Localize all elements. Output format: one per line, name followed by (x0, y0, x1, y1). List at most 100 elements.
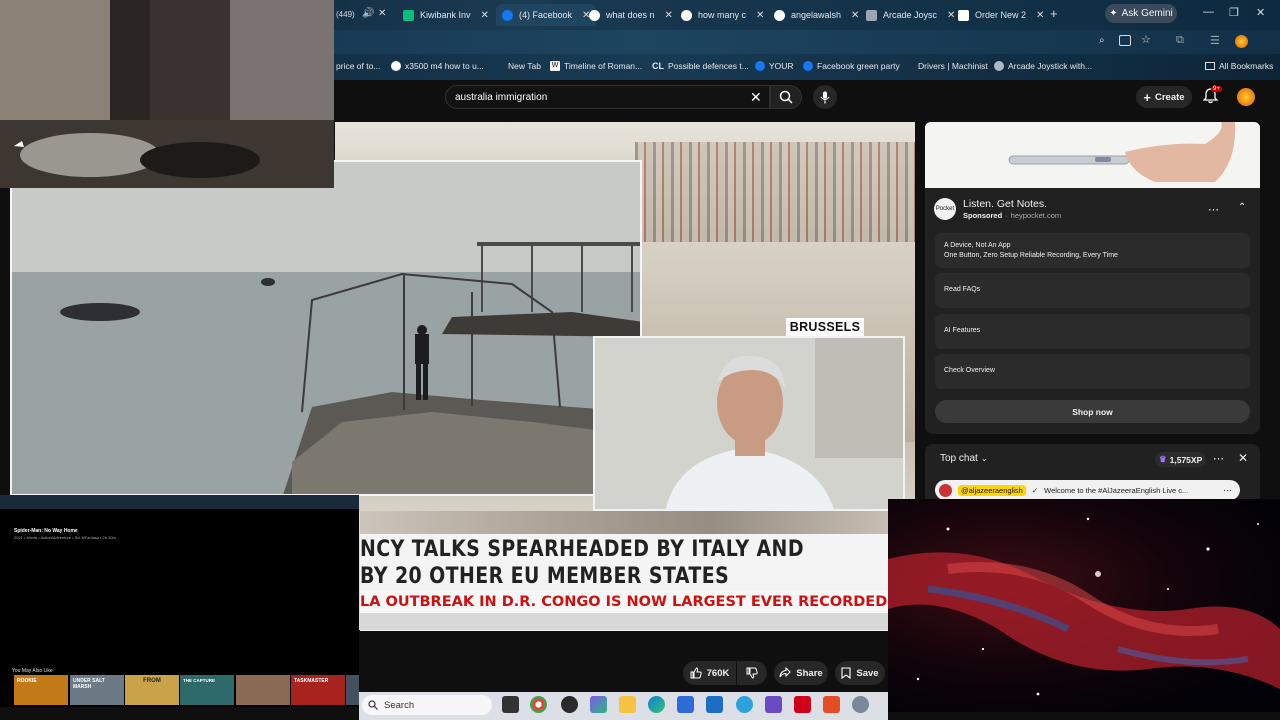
app-icon-dark[interactable] (561, 696, 578, 713)
maximize-icon[interactable]: ❐ (1229, 6, 1239, 19)
bookmark-price[interactable]: price of to... (336, 61, 380, 71)
bookmark-facebook-green[interactable]: Facebook green party (803, 61, 900, 71)
search-button[interactable] (770, 85, 802, 109)
ask-gemini-button[interactable]: ✦ Ask Gemini (1105, 4, 1177, 23)
xp-value: 1,575XP (1169, 454, 1203, 465)
outlook-icon[interactable] (706, 696, 723, 713)
app-icon-ms[interactable] (590, 696, 607, 713)
notification-count-badge: 9+ (1211, 86, 1222, 92)
more-options-icon[interactable]: ⋯ (1208, 203, 1219, 216)
ad-row-title: A Device, Not An App (944, 242, 1011, 249)
speaker-icon[interactable]: 🔊 (362, 8, 374, 19)
ad-row-overview[interactable]: Check Overview (935, 354, 1250, 389)
window-close-icon[interactable]: ✕ (1256, 6, 1265, 19)
bookmark-new-tab[interactable]: New Tab (508, 61, 541, 71)
store-icon[interactable] (677, 696, 694, 713)
app-icon-orange[interactable] (823, 696, 840, 713)
search-input[interactable]: australia immigration (445, 85, 770, 109)
ad-row-device[interactable]: A Device, Not An App One Button, Zero Se… (935, 233, 1250, 268)
thumbnail-under-salt-marsh[interactable]: UNDER SALT MARSH (70, 675, 124, 705)
zoom-icon[interactable]: ⌕ (1099, 35, 1105, 46)
thumbnail-5[interactable] (236, 675, 290, 705)
settings-gear-icon[interactable] (852, 696, 869, 713)
bookmark-timeline-roman[interactable]: W Timeline of Roman... (550, 61, 642, 71)
tab-label: Arcade Joysc (883, 10, 938, 20)
close-icon[interactable]: ✕ (378, 8, 386, 19)
tab-google-2[interactable]: how many c ✕ (681, 4, 764, 26)
tab-google-1[interactable]: what does n ✕ (589, 4, 673, 26)
kiwibank-icon (403, 9, 414, 21)
chevron-up-icon[interactable]: ⌃ (1238, 202, 1246, 213)
thumbnail-taskmaster[interactable]: TASKMASTER (291, 675, 345, 705)
account-avatar[interactable] (1237, 88, 1255, 106)
voice-search-button[interactable] (813, 85, 837, 109)
dislike-button[interactable] (737, 661, 767, 685)
menu-lines-icon[interactable]: ☰ (1210, 34, 1220, 47)
google-icon (681, 9, 692, 21)
thumbnail-the-capture[interactable]: THE CAPTURE (180, 675, 234, 705)
bookmark-your[interactable]: YOUR (755, 61, 794, 71)
create-button[interactable]: + Create (1136, 86, 1192, 108)
profile-avatar[interactable] (1235, 35, 1248, 48)
tab-arcade[interactable]: Arcade Joysc ✕ (866, 4, 955, 26)
tab-order[interactable]: Order New 2 ✕ (958, 4, 1044, 26)
minimize-icon[interactable]: — (1203, 6, 1214, 18)
share-icon (779, 667, 792, 678)
star-icon[interactable]: ☆ (1141, 33, 1151, 46)
close-icon[interactable]: ✕ (851, 10, 859, 21)
clear-search-icon[interactable]: ✕ (750, 89, 762, 106)
close-icon[interactable]: ✕ (947, 10, 955, 21)
ad-title: Listen. Get Notes. (963, 198, 1048, 210)
like-button[interactable]: 760K (683, 661, 736, 685)
edge-icon[interactable] (648, 696, 665, 713)
bookmark-arcade-joystick[interactable]: Arcade Joystick with... (994, 61, 1092, 71)
thumbnail-rookie[interactable]: ROOKIE (14, 675, 68, 705)
task-view-icon[interactable] (502, 696, 519, 713)
tab-label: (4) Facebook (519, 10, 573, 20)
close-icon[interactable]: ✕ (756, 10, 764, 21)
ad-banner-image[interactable] (925, 122, 1260, 188)
ad-row-faqs[interactable]: Read FAQs (935, 273, 1250, 308)
chrome-icon[interactable] (530, 696, 547, 713)
save-button[interactable]: Save (835, 661, 885, 685)
telegram-icon[interactable] (736, 696, 753, 713)
chat-close-icon[interactable]: ✕ (1238, 451, 1248, 465)
bookmark-x3500[interactable]: x3500 m4 how to u... (391, 61, 484, 71)
app-icon-red[interactable] (794, 696, 811, 713)
share-button[interactable]: Share (774, 661, 828, 685)
top-chat-dropdown[interactable]: Top chat ⌄ (940, 453, 988, 464)
bookmark-drivers[interactable]: Drivers | Machinist (918, 61, 988, 71)
streaming-overlay: Spider-Man: No Way Home 2021 • Movie • A… (0, 495, 359, 707)
close-icon[interactable]: ✕ (1036, 10, 1044, 21)
tab-label: what does n (606, 10, 655, 20)
extensions-icon[interactable]: ⧉ (1176, 34, 1184, 47)
tab-kiwibank[interactable]: Kiwibank Inv ✕ (403, 4, 489, 26)
xp-badge[interactable]: ♛ 1,575XP (1155, 452, 1207, 467)
bookmark-label: Arcade Joystick with... (1008, 61, 1093, 71)
close-icon[interactable]: ✕ (481, 10, 489, 21)
bookmark-label: price of to... (336, 61, 381, 71)
facebook-icon (755, 61, 765, 71)
shop-now-button[interactable]: Shop now (935, 400, 1250, 423)
pinned-chat-message[interactable]: @aljazeeraenglish ✓ Welcome to the #AlJa… (935, 480, 1240, 500)
top-chat-label: Top chat (940, 453, 978, 464)
tab-facebook[interactable]: (4) Facebook ✕ (496, 4, 597, 26)
taskbar-search[interactable]: Search (362, 695, 492, 715)
screencast-icon[interactable] (1119, 35, 1131, 46)
crown-icon: ♛ (1159, 454, 1167, 464)
message-more-icon[interactable]: ⋯ (1223, 485, 1232, 496)
all-bookmarks[interactable]: All Bookmarks (1205, 61, 1273, 71)
thumbnail-7[interactable] (346, 675, 359, 705)
ad-row-ai-features[interactable]: AI Features (935, 314, 1250, 349)
new-tab-icon[interactable]: + (1050, 6, 1058, 21)
file-explorer-icon[interactable] (619, 696, 636, 713)
bookmark-label: Facebook green party (817, 61, 900, 71)
tab-google-3[interactable]: angelawalsh ✕ (774, 4, 859, 26)
app-icon-purple[interactable] (765, 696, 782, 713)
bookmark-label: Possible defences t... (668, 61, 749, 71)
chat-more-icon[interactable]: ⋯ (1213, 452, 1224, 465)
bookmark-possible-defences[interactable]: CL Possible defences t... (652, 61, 749, 71)
ad-row-title: Check Overview (944, 367, 995, 374)
close-icon[interactable]: ✕ (665, 10, 673, 21)
thumbnail-from[interactable]: FROM (125, 675, 179, 705)
